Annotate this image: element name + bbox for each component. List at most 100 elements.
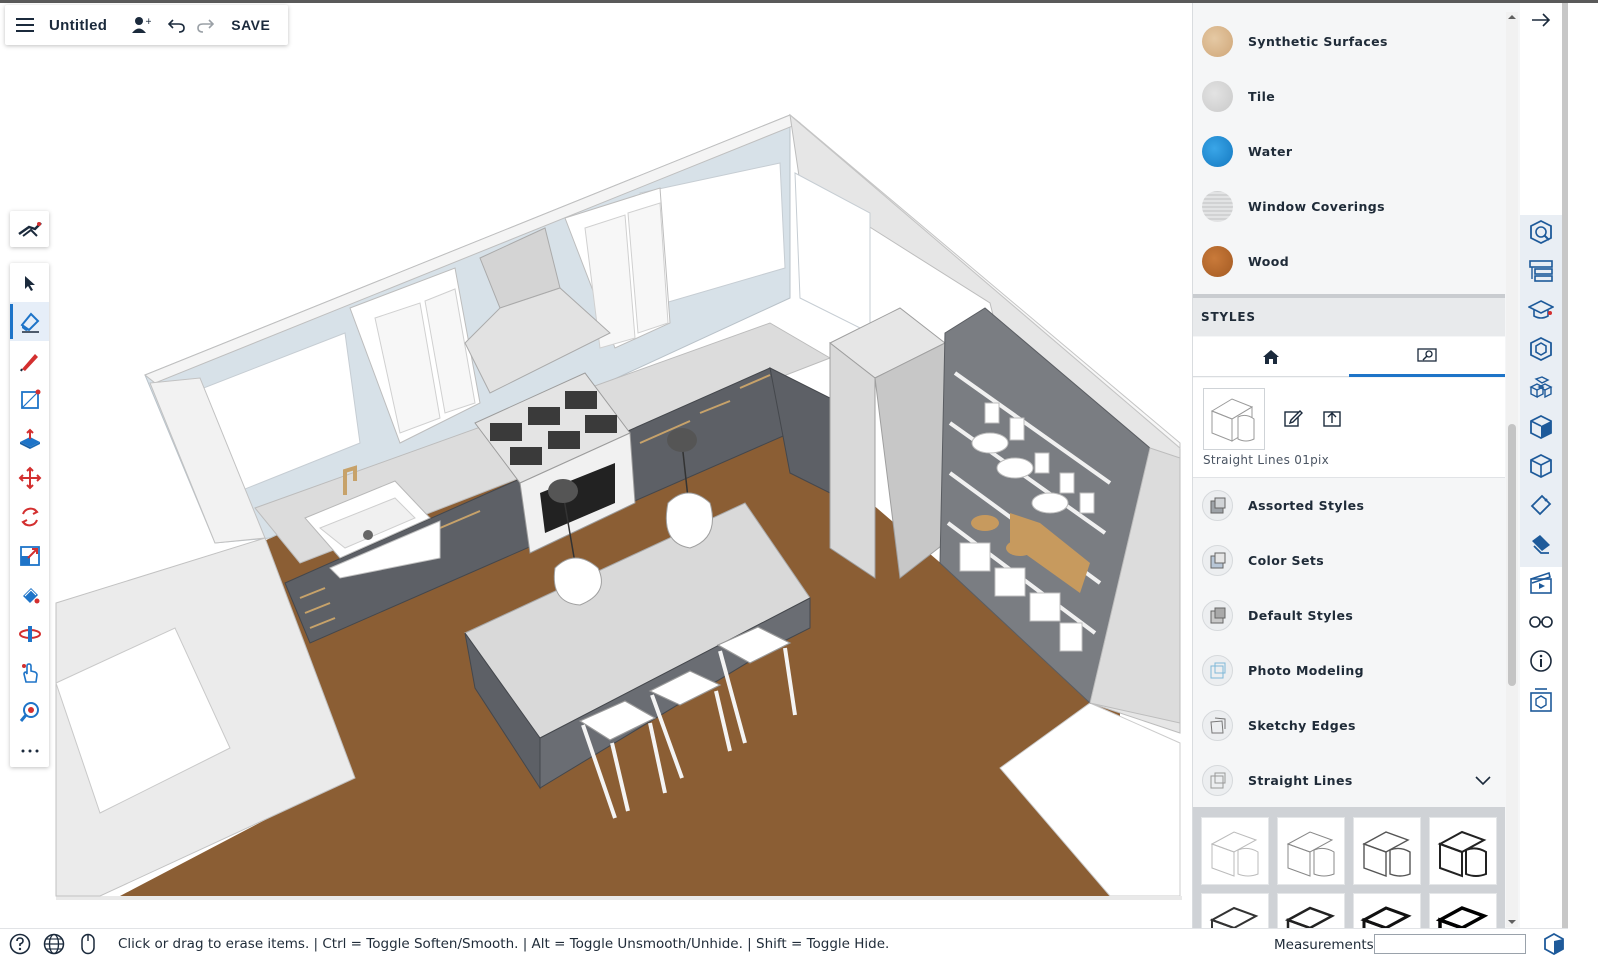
- instructor-icon[interactable]: [1526, 295, 1556, 325]
- material-item-window-coverings[interactable]: Window Coverings: [1193, 179, 1505, 234]
- views-icon[interactable]: [1526, 412, 1556, 442]
- paint-bucket-tool-icon[interactable]: [10, 575, 49, 614]
- status-hint-text: Click or drag to erase items. | Ctrl = T…: [118, 936, 890, 952]
- style-collection-label: Default Styles: [1248, 608, 1354, 623]
- style-thumbnail[interactable]: [1353, 817, 1421, 885]
- scrollbar-thumb[interactable]: [1508, 424, 1516, 686]
- material-label: Synthetic Surfaces: [1248, 34, 1388, 49]
- home-icon: [1263, 350, 1279, 364]
- style-thumbnail[interactable]: [1353, 893, 1421, 928]
- material-swatch: [1202, 136, 1233, 167]
- zoom-extents-tool-icon[interactable]: [10, 692, 49, 731]
- push-pull-tool-icon[interactable]: [10, 419, 49, 458]
- edit-style-icon[interactable]: [1281, 406, 1305, 430]
- more-tools-icon[interactable]: [10, 731, 49, 770]
- current-style-thumbnail[interactable]: [1203, 388, 1265, 450]
- styles-section-header[interactable]: STYLES: [1193, 294, 1505, 336]
- scale-tool-icon[interactable]: [10, 536, 49, 575]
- outliner-icon[interactable]: [1526, 256, 1556, 286]
- undo-icon[interactable]: [163, 11, 191, 39]
- style-collection-label: Sketchy Edges: [1248, 718, 1356, 733]
- current-style-card: Straight Lines 01pix: [1193, 378, 1505, 478]
- share-user-icon[interactable]: +: [127, 11, 155, 39]
- model-info-icon[interactable]: [1526, 646, 1556, 676]
- measurements-input[interactable]: [1374, 934, 1526, 954]
- rectangle-tool-icon[interactable]: [10, 380, 49, 419]
- style-thumbnail[interactable]: [1277, 893, 1345, 928]
- style-thumbnail[interactable]: [1201, 893, 1269, 928]
- 3d-warehouse-icon[interactable]: [1526, 373, 1556, 403]
- style-collection-photo-modeling[interactable]: Photo Modeling: [1193, 643, 1505, 698]
- style-collection-sketchy-edges[interactable]: Sketchy Edges: [1193, 698, 1505, 753]
- material-item-wood[interactable]: Wood: [1193, 234, 1505, 289]
- drawing-toolbar: [10, 263, 49, 767]
- sketchup-logo-icon: [1542, 932, 1566, 956]
- straight-lines-icon: [1202, 765, 1233, 796]
- material-swatch: [1202, 191, 1233, 222]
- measurements-label: Measurements: [1274, 937, 1374, 953]
- material-label: Window Coverings: [1248, 199, 1385, 214]
- eraser-tool-icon[interactable]: [10, 302, 49, 341]
- animation-icon[interactable]: [1526, 568, 1556, 598]
- material-item-water[interactable]: Water: [1193, 124, 1505, 179]
- save-button[interactable]: SAVE: [231, 17, 270, 33]
- mouse-icon[interactable]: [76, 932, 100, 956]
- orbit-tool-icon[interactable]: [10, 614, 49, 653]
- styles-panel-icon[interactable]: [1526, 529, 1556, 559]
- panel-scrollbar[interactable]: [1506, 12, 1518, 927]
- material-item-tile[interactable]: Tile: [1193, 69, 1505, 124]
- update-style-icon[interactable]: [1320, 406, 1344, 430]
- model-viewport[interactable]: [0, 3, 1214, 953]
- svg-text:+: +: [145, 17, 151, 27]
- material-swatch: [1202, 26, 1233, 57]
- style-collection-color-sets[interactable]: Color Sets: [1193, 533, 1505, 588]
- style-collection-label: Straight Lines: [1248, 773, 1353, 788]
- geo-location-globe-icon[interactable]: [42, 932, 66, 956]
- current-style-name: Straight Lines 01pix: [1203, 453, 1330, 467]
- components-icon[interactable]: [1526, 334, 1556, 364]
- model-package-icon[interactable]: [1526, 685, 1556, 715]
- material-swatch: [1202, 81, 1233, 112]
- rotate-tool-icon[interactable]: [10, 497, 49, 536]
- styles-tabs: [1193, 337, 1505, 377]
- materials-icon[interactable]: [1526, 490, 1556, 520]
- select-tool-icon[interactable]: [10, 263, 49, 302]
- pan-tool-icon[interactable]: [10, 653, 49, 692]
- panel-icon-strip: [1520, 3, 1562, 928]
- document-title[interactable]: Untitled: [49, 17, 107, 34]
- scroll-down-icon[interactable]: [1506, 917, 1518, 927]
- display-glasses-icon[interactable]: [1526, 607, 1556, 637]
- search-tools-icon[interactable]: [10, 211, 49, 247]
- material-label: Tile: [1248, 89, 1276, 104]
- status-bar: Click or drag to erase items. | Ctrl = T…: [0, 928, 1568, 959]
- scroll-up-icon[interactable]: [1506, 12, 1518, 22]
- style-thumbnail[interactable]: [1277, 817, 1345, 885]
- sink-drain: [363, 530, 373, 540]
- style-collection-label: Assorted Styles: [1248, 498, 1365, 513]
- refrigerator[interactable]: [829, 341, 876, 579]
- move-tool-icon[interactable]: [10, 458, 49, 497]
- scenes-icon[interactable]: [1526, 451, 1556, 481]
- collapse-panel-arrow-icon[interactable]: [1526, 5, 1556, 35]
- style-thumbnail[interactable]: [1429, 817, 1497, 885]
- redo-icon[interactable]: [191, 11, 219, 39]
- style-collection-label: Photo Modeling: [1248, 663, 1365, 678]
- style-collection-assorted-styles[interactable]: Assorted Styles: [1193, 478, 1505, 533]
- style-collection-default-styles[interactable]: Default Styles: [1193, 588, 1505, 643]
- material-item-synthetic-surfaces[interactable]: Synthetic Surfaces: [1193, 14, 1505, 69]
- chevron-down-icon[interactable]: [1475, 775, 1491, 786]
- help-icon[interactable]: [8, 932, 32, 956]
- tab-styles-in-model[interactable]: [1349, 337, 1505, 377]
- style-thumbnail[interactable]: [1201, 817, 1269, 885]
- tab-styles-home[interactable]: [1193, 337, 1349, 377]
- material-label: Wood: [1248, 254, 1290, 269]
- pendant-canopy-1: [548, 479, 578, 503]
- style-thumbnail[interactable]: [1429, 893, 1497, 928]
- materials-styles-panel: Synthetic Surfaces Tile Water Window Cov…: [1192, 3, 1520, 928]
- style-thumbnails-grid: [1193, 807, 1505, 928]
- kitchen-model-scene[interactable]: [0, 3, 1214, 953]
- pencil-line-tool-icon[interactable]: [10, 341, 49, 380]
- style-collection-straight-lines[interactable]: Straight Lines: [1193, 753, 1505, 808]
- hamburger-menu-icon[interactable]: [11, 11, 39, 39]
- entity-info-icon[interactable]: [1526, 217, 1556, 247]
